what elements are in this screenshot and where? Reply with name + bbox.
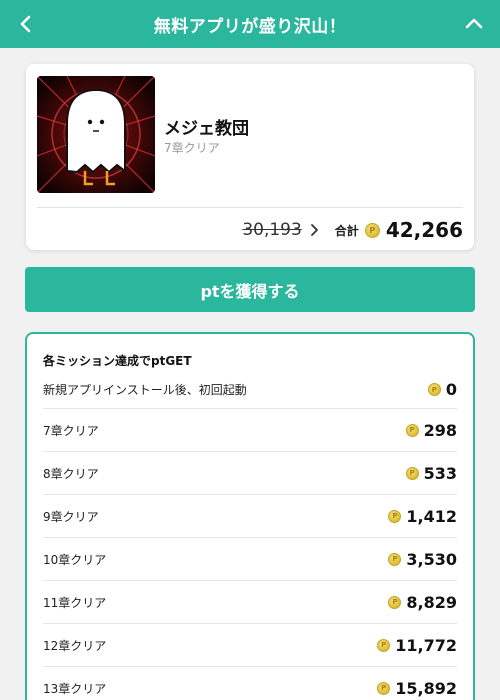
total-points: 42,266 bbox=[385, 218, 463, 242]
mission-points-value: 533 bbox=[423, 463, 457, 483]
mission-points-value: 8,829 bbox=[406, 592, 457, 612]
mission-label: 7章クリア bbox=[43, 423, 99, 438]
mission-points: 15,892 bbox=[377, 679, 457, 698]
mission-points-value: 298 bbox=[423, 420, 457, 440]
coin-icon bbox=[377, 638, 391, 652]
mission-label: 新規アプリインストール後、初回起動 bbox=[43, 383, 247, 397]
coin-icon bbox=[405, 466, 419, 480]
mission-row: 10章クリア 3,530 bbox=[43, 538, 457, 581]
ghost-icon bbox=[37, 76, 155, 193]
mission-list: 新規アプリインストール後、初回起動 0 7章クリア 298 8章クリア 533 … bbox=[43, 371, 457, 700]
points-summary: 30,193 合計 42,266 bbox=[242, 214, 463, 246]
chevron-left-icon bbox=[20, 15, 31, 33]
old-points: 30,193 bbox=[242, 220, 302, 240]
coin-icon bbox=[427, 383, 441, 396]
app-icon[interactable] bbox=[37, 76, 155, 193]
page-title: 無料アプリが盛り沢山！ bbox=[153, 16, 347, 37]
arrow-right-icon bbox=[310, 223, 319, 237]
mission-points-value: 1,412 bbox=[406, 506, 457, 526]
mission-label: 8章クリア bbox=[43, 466, 99, 481]
mission-row: 13章クリア 15,892 bbox=[43, 667, 457, 700]
coin-icon bbox=[364, 222, 380, 238]
top-bar: 無料アプリが盛り沢山！ bbox=[0, 0, 500, 48]
mission-row: 11章クリア 8,829 bbox=[43, 581, 457, 624]
mission-list-panel: 各ミッション達成でptGET 新規アプリインストール後、初回起動 0 7章クリア… bbox=[25, 332, 475, 700]
mission-points: 1,412 bbox=[388, 507, 457, 526]
mission-row: 8章クリア 533 bbox=[43, 452, 457, 495]
divider bbox=[37, 207, 463, 208]
mission-heading: 各ミッション達成でptGET bbox=[43, 354, 192, 368]
mission-row: 新規アプリインストール後、初回起動 0 bbox=[43, 371, 457, 409]
mission-points: 3,530 bbox=[388, 550, 457, 569]
mission-row: 12章クリア 11,772 bbox=[43, 624, 457, 667]
coin-icon bbox=[388, 552, 402, 566]
get-points-button[interactable]: ptを獲得する bbox=[25, 267, 475, 312]
total-label: 合計 bbox=[334, 223, 359, 238]
mission-row: 9章クリア 1,412 bbox=[43, 495, 457, 538]
coin-icon bbox=[388, 509, 402, 523]
mission-points: 11,772 bbox=[377, 636, 457, 655]
mission-points-value: 11,772 bbox=[395, 635, 457, 655]
app-card: メジェ教団 7章クリア 30,193 合計 42,266 bbox=[26, 64, 474, 250]
mission-points: 0 bbox=[427, 380, 457, 399]
mission-label: 9章クリア bbox=[43, 509, 99, 524]
mission-points: 533 bbox=[405, 463, 457, 483]
coin-icon bbox=[377, 681, 391, 695]
mission-points: 298 bbox=[405, 420, 457, 440]
coin-icon bbox=[405, 423, 419, 437]
mission-label: 11章クリア bbox=[43, 595, 107, 610]
app-progress: 7章クリア bbox=[164, 141, 220, 155]
mission-label: 10章クリア bbox=[43, 552, 107, 567]
mission-points-value: 0 bbox=[445, 380, 457, 399]
coin-icon bbox=[388, 595, 402, 609]
mission-points-value: 15,892 bbox=[395, 678, 457, 698]
mission-points-value: 3,530 bbox=[406, 549, 457, 569]
collapse-button[interactable] bbox=[456, 6, 492, 42]
mission-points: 8,829 bbox=[388, 593, 457, 612]
mission-label: 13章クリア bbox=[43, 681, 107, 696]
app-name: メジェ教団 bbox=[164, 119, 249, 139]
mission-label: 12章クリア bbox=[43, 638, 107, 653]
chevron-up-icon bbox=[465, 18, 483, 29]
back-button[interactable] bbox=[8, 6, 44, 42]
mission-row: 7章クリア 298 bbox=[43, 409, 457, 452]
